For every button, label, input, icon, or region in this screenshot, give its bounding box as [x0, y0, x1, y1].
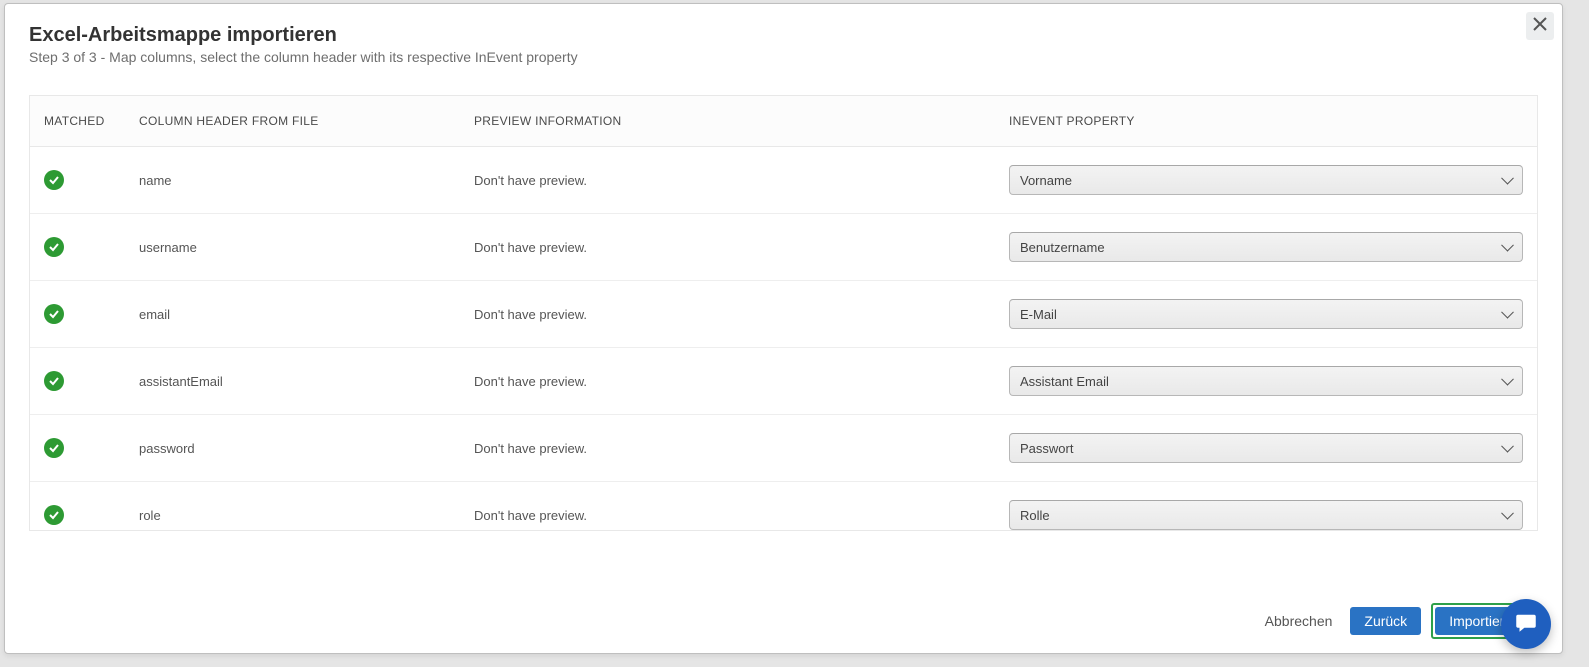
close-icon: [1533, 17, 1547, 36]
matched-cell: [30, 348, 125, 415]
column-header-cell: assistantEmail: [125, 348, 460, 415]
mapping-table: MATCHED COLUMN HEADER FROM FILE PREVIEW …: [30, 96, 1537, 531]
property-select[interactable]: Passwort: [1009, 433, 1523, 463]
property-select-value: Benutzername: [1020, 240, 1105, 255]
matched-cell: [30, 482, 125, 532]
preview-cell: Don't have preview.: [460, 348, 995, 415]
property-select-value: E-Mail: [1020, 307, 1057, 322]
property-select[interactable]: E-Mail: [1009, 299, 1523, 329]
preview-cell: Don't have preview.: [460, 482, 995, 532]
preview-cell: Don't have preview.: [460, 281, 995, 348]
property-select-value: Passwort: [1020, 441, 1073, 456]
column-header-cell: username: [125, 214, 460, 281]
check-icon: [44, 438, 64, 458]
check-icon: [44, 371, 64, 391]
matched-cell: [30, 147, 125, 214]
property-cell: E-Mail: [995, 281, 1537, 348]
th-matched: MATCHED: [30, 96, 125, 147]
property-select[interactable]: Vorname: [1009, 165, 1523, 195]
preview-cell: Don't have preview.: [460, 415, 995, 482]
mapping-table-scroll[interactable]: MATCHED COLUMN HEADER FROM FILE PREVIEW …: [29, 95, 1538, 531]
preview-cell: Don't have preview.: [460, 214, 995, 281]
check-icon: [44, 505, 64, 525]
th-column-header: COLUMN HEADER FROM FILE: [125, 96, 460, 147]
close-button[interactable]: [1526, 12, 1554, 40]
check-icon: [44, 170, 64, 190]
modal-footer: Abbrechen Zurück Importieren: [5, 589, 1562, 653]
preview-cell: Don't have preview.: [460, 147, 995, 214]
matched-cell: [30, 281, 125, 348]
th-preview: PREVIEW INFORMATION: [460, 96, 995, 147]
property-select[interactable]: Benutzername: [1009, 232, 1523, 262]
th-property: INEVENT PROPERTY: [995, 96, 1537, 147]
back-button[interactable]: Zurück: [1350, 607, 1421, 635]
column-header-cell: password: [125, 415, 460, 482]
property-cell: Passwort: [995, 415, 1537, 482]
check-icon: [44, 237, 64, 257]
import-modal: Excel-Arbeitsmappe importieren Step 3 of…: [4, 3, 1563, 654]
property-select[interactable]: Assistant Email: [1009, 366, 1523, 396]
property-select[interactable]: Rolle: [1009, 500, 1523, 530]
property-cell: Benutzername: [995, 214, 1537, 281]
column-header-cell: email: [125, 281, 460, 348]
property-select-value: Rolle: [1020, 508, 1050, 523]
table-row: assistantEmailDon't have preview. Assista…: [30, 348, 1537, 415]
table-row: nameDon't have preview. Vorname: [30, 147, 1537, 214]
property-cell: Vorname: [995, 147, 1537, 214]
property-select-value: Assistant Email: [1020, 374, 1109, 389]
column-header-cell: role: [125, 482, 460, 532]
matched-cell: [30, 214, 125, 281]
matched-cell: [30, 415, 125, 482]
modal-title: Excel-Arbeitsmappe importieren: [29, 24, 1538, 47]
table-row: usernameDon't have preview. Benutzername: [30, 214, 1537, 281]
property-cell: Assistant Email: [995, 348, 1537, 415]
property-select-value: Vorname: [1020, 173, 1072, 188]
chat-launcher[interactable]: [1501, 599, 1551, 649]
modal-subtitle: Step 3 of 3 - Map columns, select the co…: [29, 49, 1538, 65]
check-icon: [44, 304, 64, 324]
chat-icon: [1513, 609, 1539, 640]
modal-header: Excel-Arbeitsmappe importieren Step 3 of…: [5, 4, 1562, 65]
table-row: roleDon't have preview. Rolle: [30, 482, 1537, 532]
table-row: passwordDon't have preview. Passwort: [30, 415, 1537, 482]
column-header-cell: name: [125, 147, 460, 214]
property-cell: Rolle: [995, 482, 1537, 532]
cancel-button[interactable]: Abbrechen: [1257, 607, 1341, 635]
table-row: emailDon't have preview. E-Mail: [30, 281, 1537, 348]
